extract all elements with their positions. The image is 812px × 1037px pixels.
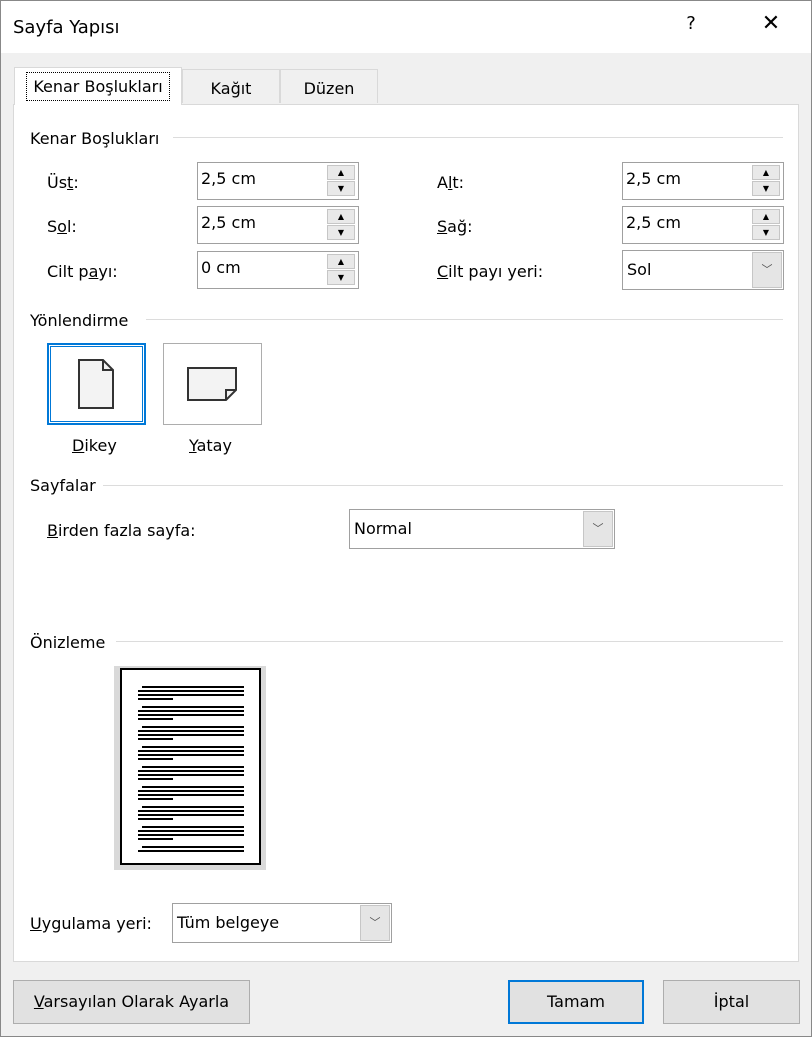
portrait-button[interactable] xyxy=(47,343,146,425)
preview-text-line xyxy=(138,754,244,756)
gutter-position-label: Cilt payı yeri: xyxy=(437,262,544,281)
multiple-pages-value: Normal xyxy=(354,519,412,538)
left-margin-spinner[interactable]: 2,5 cm ▲ ▼ xyxy=(197,206,359,244)
gutter-position-select[interactable]: Sol ﹀ xyxy=(622,250,784,290)
preview-text-line xyxy=(138,798,173,800)
preview-text-line xyxy=(138,774,244,776)
divider xyxy=(146,319,783,320)
preview-text-line xyxy=(138,818,173,820)
close-button[interactable]: ✕ xyxy=(753,11,789,36)
apply-to-select[interactable]: Tüm belgeye ﹀ xyxy=(172,903,392,943)
apply-to-label: Uygulama yeri: xyxy=(30,914,152,933)
preview-text-line xyxy=(138,770,244,772)
preview-text-line xyxy=(138,690,244,692)
preview-text-line xyxy=(142,746,244,748)
bottom-margin-spinner[interactable]: 2,5 cm ▲ ▼ xyxy=(622,162,784,200)
preview-text-line xyxy=(138,810,244,812)
bottom-margin-value[interactable]: 2,5 cm xyxy=(626,169,681,188)
chevron-down-icon[interactable]: ﹀ xyxy=(583,511,613,547)
preview-text-line xyxy=(138,794,244,796)
spin-up-icon[interactable]: ▲ xyxy=(327,209,355,224)
orientation-group-title: Yönlendirme xyxy=(30,311,129,330)
preview-group-title: Önizleme xyxy=(30,633,106,652)
set-as-default-button[interactable]: Varsayılan Olarak Ayarla xyxy=(13,980,250,1024)
spin-up-icon[interactable]: ▲ xyxy=(752,165,780,180)
preview-text-line xyxy=(138,778,173,780)
right-margin-value[interactable]: 2,5 cm xyxy=(626,213,681,232)
tab-layout[interactable]: Düzen xyxy=(280,69,378,103)
preview-text-line xyxy=(138,714,244,716)
preview-text-line xyxy=(138,830,244,832)
spin-up-icon[interactable]: ▲ xyxy=(327,165,355,180)
preview-text-line xyxy=(138,738,173,740)
gutter-spinner[interactable]: 0 cm ▲ ▼ xyxy=(197,251,359,289)
right-label: Sağ: xyxy=(437,217,473,236)
preview-text-line xyxy=(142,846,244,848)
gutter-label: Cilt payı: xyxy=(47,262,118,281)
title-bar: Sayfa Yapısı ? ✕ xyxy=(1,1,811,53)
spin-up-icon[interactable]: ▲ xyxy=(752,209,780,224)
multiple-pages-select[interactable]: Normal ﹀ xyxy=(349,509,615,549)
left-margin-value[interactable]: 2,5 cm xyxy=(201,213,256,232)
margins-group-title: Kenar Boşlukları xyxy=(30,129,160,148)
preview-text-line xyxy=(138,850,244,852)
landscape-button[interactable] xyxy=(163,343,262,425)
preview-text-line xyxy=(138,710,244,712)
pages-group-title: Sayfalar xyxy=(30,476,96,495)
preview-text-line xyxy=(142,806,244,808)
preview-text-line xyxy=(138,790,244,792)
preview-text-line xyxy=(138,750,244,752)
help-button[interactable]: ? xyxy=(679,13,703,34)
top-margin-spinner[interactable]: 2,5 cm ▲ ▼ xyxy=(197,162,359,200)
tab-label: Kenar Boşlukları xyxy=(26,72,170,101)
landscape-page-icon xyxy=(187,367,237,401)
gutter-value[interactable]: 0 cm xyxy=(201,258,241,277)
tab-paper[interactable]: Kağıt xyxy=(182,69,280,103)
spin-down-icon[interactable]: ▼ xyxy=(327,270,355,285)
right-margin-spinner[interactable]: 2,5 cm ▲ ▼ xyxy=(622,206,784,244)
top-label: Üst: xyxy=(47,173,79,192)
cancel-button[interactable]: İptal xyxy=(663,980,800,1024)
landscape-label: Yatay xyxy=(189,436,232,455)
divider xyxy=(103,485,783,486)
preview-text-line xyxy=(138,758,173,760)
left-label: Sol: xyxy=(47,217,77,236)
chevron-down-icon[interactable]: ﹀ xyxy=(360,905,390,941)
gutter-position-value: Sol xyxy=(627,260,652,279)
spin-down-icon[interactable]: ▼ xyxy=(752,181,780,196)
preview-text-line xyxy=(138,734,244,736)
preview-text-line xyxy=(138,814,244,816)
preview-page xyxy=(120,668,261,865)
preview-text-line xyxy=(138,718,173,720)
tab-margins[interactable]: Kenar Boşlukları xyxy=(14,67,182,105)
portrait-page-icon xyxy=(78,359,114,409)
multiple-pages-label: Birden fazla sayfa: xyxy=(47,521,196,540)
preview-text-line xyxy=(138,694,244,696)
top-margin-value[interactable]: 2,5 cm xyxy=(201,169,256,188)
chevron-down-icon[interactable]: ﹀ xyxy=(752,252,782,288)
portrait-label: Dikey xyxy=(72,436,117,455)
preview-text-line xyxy=(138,730,244,732)
preview-text-line xyxy=(138,838,173,840)
preview-text-line xyxy=(142,706,244,708)
ok-button[interactable]: Tamam xyxy=(508,980,644,1024)
dialog-title: Sayfa Yapısı xyxy=(13,17,120,38)
apply-to-value: Tüm belgeye xyxy=(177,913,280,932)
preview-text-line xyxy=(142,826,244,828)
spin-down-icon[interactable]: ▼ xyxy=(327,181,355,196)
preview-text-line xyxy=(142,726,244,728)
preview-text-line xyxy=(142,686,244,688)
page-setup-dialog: Sayfa Yapısı ? ✕ Kenar Boşlukları Kağıt … xyxy=(0,0,812,1037)
bottom-label: Alt: xyxy=(437,173,465,192)
divider xyxy=(116,641,783,642)
preview-text-line xyxy=(142,766,244,768)
preview-text-line xyxy=(142,786,244,788)
spin-up-icon[interactable]: ▲ xyxy=(327,254,355,269)
preview-text-line xyxy=(138,834,244,836)
divider xyxy=(173,137,783,138)
preview-text-line xyxy=(138,698,173,700)
spin-down-icon[interactable]: ▼ xyxy=(752,225,780,240)
spin-down-icon[interactable]: ▼ xyxy=(327,225,355,240)
